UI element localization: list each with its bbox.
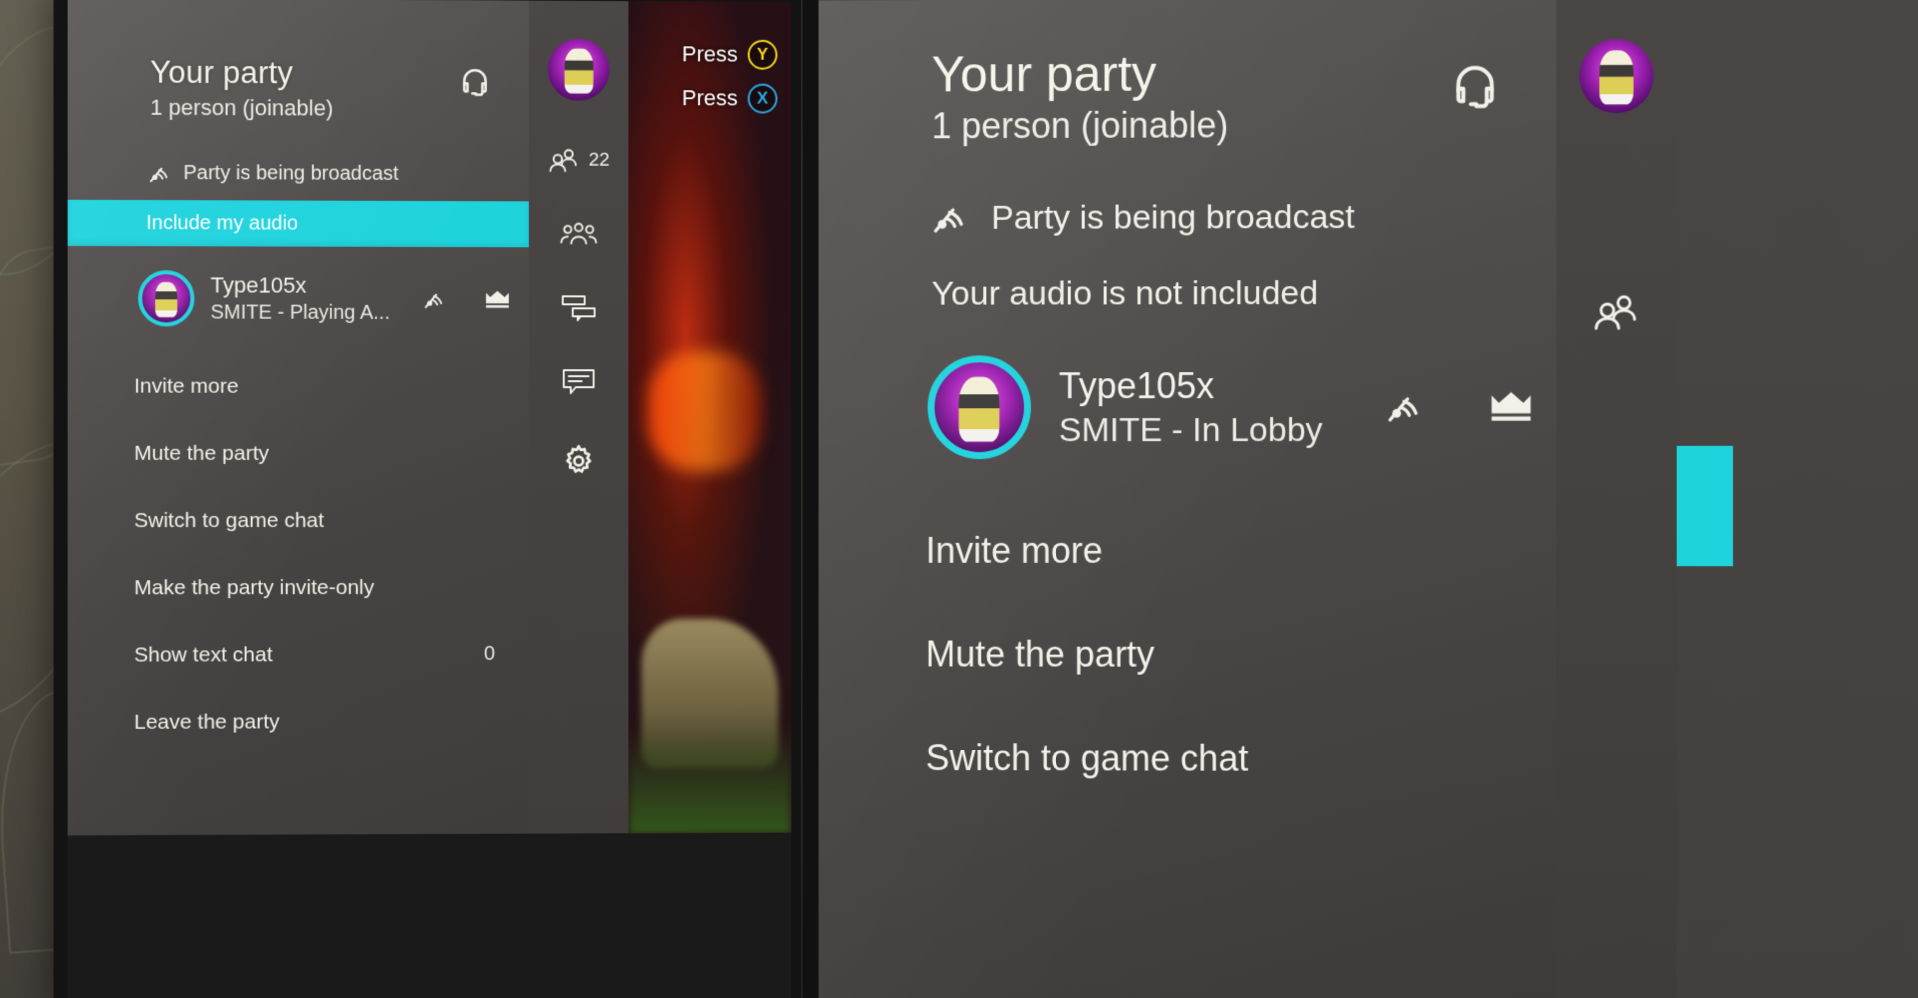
menu-item-switch-to-game-chat[interactable]: Switch to game chat — [819, 706, 1557, 811]
nav-item-settings[interactable] — [562, 444, 596, 478]
party-group-icon — [560, 220, 598, 248]
party-menu-right: Invite more Mute the party Switch to gam… — [819, 499, 1557, 811]
nav-item-friends[interactable]: 22 — [548, 146, 610, 174]
include-my-audio-option[interactable]: Include my audio — [67, 199, 529, 248]
menu-item-label: Mute the party — [134, 441, 269, 465]
chat-bubble-icon — [562, 368, 596, 398]
menu-item-mute-the-party[interactable]: Mute the party — [819, 603, 1557, 708]
menu-item-label: Invite more — [134, 374, 239, 398]
button-prompt-y[interactable]: Press Y — [681, 39, 778, 70]
broadcast-label: Party is being broadcast — [991, 197, 1355, 237]
broadcast-status-row: Party is being broadcast — [928, 196, 1557, 239]
menu-item-label: Show text chat — [134, 642, 273, 667]
avatar-figure — [958, 376, 1000, 442]
broadcast-icon — [421, 286, 446, 311]
headset-icon[interactable] — [459, 66, 491, 98]
nav-item-avatar[interactable] — [1579, 38, 1654, 114]
foliage — [628, 725, 792, 836]
audio-not-included-note: Your audio is not included — [931, 274, 1319, 313]
button-prompt-x[interactable]: Press X — [681, 83, 778, 114]
highlight-stub — [1676, 445, 1734, 567]
menu-item-label: Switch to game chat — [134, 508, 325, 532]
member-name-block: Type105x SMITE - In Lobby — [1059, 365, 1354, 450]
member-name-block: Type105x SMITE - Playing A... — [211, 272, 405, 325]
x-button-icon: X — [747, 83, 778, 114]
friends-count: 22 — [588, 149, 610, 171]
avatar-icon — [1579, 38, 1654, 114]
lava-glow — [648, 351, 763, 472]
left-monitor-lower-bezel — [67, 832, 792, 998]
broadcast-icon — [146, 161, 171, 186]
nav-item-party[interactable] — [560, 220, 598, 248]
game-background-art: Press Y Press X — [628, 1, 792, 836]
right-screen: Your party 1 person (joinable) Party is … — [818, 0, 1918, 998]
avatar-icon — [547, 38, 610, 101]
left-screen: Your party 1 person (joinable) Party is … — [67, 0, 792, 838]
menu-item-mute-the-party[interactable]: Mute the party — [68, 420, 529, 487]
party-subtitle: 1 person (joinable) — [150, 94, 334, 121]
menu-item-invite-more[interactable]: Invite more — [68, 352, 529, 420]
people-icon — [548, 146, 580, 174]
party-member-row[interactable]: Type105x SMITE - In Lobby — [927, 355, 1557, 460]
member-status: SMITE - In Lobby — [1058, 410, 1323, 449]
people-icon — [1592, 292, 1640, 334]
menu-item-count: 0 — [483, 642, 495, 665]
y-button-icon: Y — [747, 39, 778, 70]
messages-icon — [561, 294, 597, 322]
prompt-label: Press — [681, 41, 738, 67]
party-menu-left: Invite more Mute the party Switch to gam… — [68, 352, 529, 756]
menu-item-switch-to-game-chat[interactable]: Switch to game chat — [68, 487, 529, 554]
party-blade-right: Your party 1 person (joinable) Party is … — [818, 0, 1557, 998]
right-monitor: Your party 1 person (joinable) Party is … — [802, 0, 1918, 998]
avatar-figure — [155, 281, 178, 317]
avatar — [927, 355, 1031, 460]
menu-item-show-text-chat[interactable]: Show text chat 0 — [68, 621, 529, 689]
guide-nav-strip-right — [1556, 0, 1677, 998]
crown-icon — [1488, 386, 1534, 428]
menu-item-label: Make the party invite-only — [134, 575, 375, 599]
member-gamertag: Type105x — [210, 272, 307, 298]
broadcast-icon — [928, 197, 970, 239]
nav-item-friends[interactable] — [1592, 292, 1640, 334]
left-monitor: Your party 1 person (joinable) Party is … — [53, 0, 802, 998]
broadcast-icon — [1382, 386, 1424, 428]
avatar-figure — [564, 48, 593, 94]
menu-item-leave-the-party[interactable]: Leave the party — [68, 688, 529, 756]
party-member-row[interactable]: Type105x SMITE - Playing A... — [138, 270, 529, 327]
nav-item-chat[interactable] — [562, 368, 596, 398]
avatar — [138, 270, 195, 327]
nav-item-messages[interactable] — [561, 294, 597, 322]
party-blade-left: Your party 1 person (joinable) Party is … — [67, 0, 529, 838]
avatar-figure — [1599, 50, 1634, 105]
prompt-label: Press — [681, 85, 738, 111]
menu-item-label: Leave the party — [134, 709, 280, 734]
screenshot-stage: Your party 1 person (joinable) Party is … — [0, 0, 1918, 998]
menu-item-invite-more[interactable]: Invite more — [819, 499, 1557, 603]
crown-icon — [484, 287, 511, 312]
nav-item-avatar[interactable] — [547, 38, 610, 101]
gear-icon — [562, 444, 596, 478]
broadcast-label: Party is being broadcast — [183, 162, 399, 185]
button-prompts: Press Y Press X — [681, 39, 778, 114]
headset-icon[interactable] — [1450, 62, 1500, 112]
member-gamertag: Type105x — [1058, 364, 1215, 406]
broadcast-status-row: Party is being broadcast — [146, 161, 529, 187]
guide-nav-strip-left: 22 — [528, 0, 629, 836]
menu-item-make-the-party-invite-only[interactable]: Make the party invite-only — [68, 554, 529, 622]
member-status: SMITE - Playing A... — [210, 301, 390, 324]
